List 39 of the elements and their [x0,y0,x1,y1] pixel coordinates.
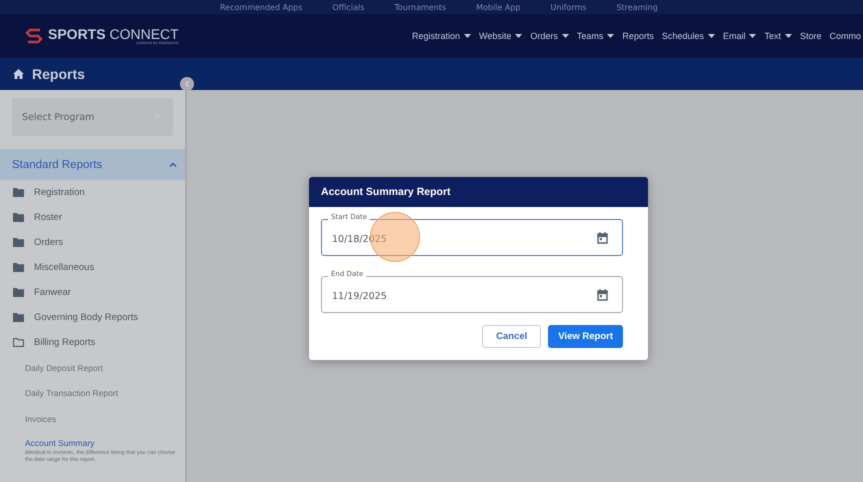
nav-link[interactable]: Website [479,31,522,41]
report-link[interactable]: Invoices [0,406,185,432]
calendar-icon[interactable] [597,288,608,300]
top-link[interactable]: Officials [332,2,364,12]
report-link[interactable]: Daily Transaction Report [0,380,185,406]
nav-link[interactable]: Reports [622,31,654,41]
calendar-icon[interactable] [597,232,608,244]
folder-item[interactable]: Miscellaneous [0,255,185,280]
nav-link[interactable]: Orders [530,31,569,41]
folder-item[interactable]: Billing Reports [0,330,185,355]
nav-link[interactable]: Store [800,31,822,41]
dialog-title: Account Summary Report [309,177,648,207]
report-link[interactable]: Daily Deposit Report [0,355,185,380]
top-link[interactable]: Uniforms [550,2,586,12]
folder-item[interactable]: Orders [0,230,185,255]
logo-icon [24,27,44,45]
top-link[interactable]: Tournaments [394,2,446,12]
folder-item[interactable]: Registration [0,180,185,205]
top-link[interactable]: Streaming [616,2,658,12]
home-icon[interactable] [13,69,24,79]
cancel-button[interactable]: Cancel [482,325,542,348]
date-field[interactable]: 11/19/2025 [321,276,623,313]
nav-link[interactable]: Teams [576,31,614,41]
nav-link[interactable]: Text [764,31,792,41]
page-title: Reports [32,66,85,82]
folder-item[interactable]: Fanwear [0,280,185,305]
nav-link[interactable]: Registration [412,31,471,41]
folder-item[interactable]: Governing Body Reports [0,305,185,330]
nav-link[interactable]: Schedules [662,31,715,41]
program-select[interactable]: Select Program [12,98,173,136]
top-link[interactable]: Recommended Apps [220,2,302,12]
section-header[interactable]: Standard Reports [0,149,185,180]
top-link[interactable]: Mobile App [476,2,520,12]
folder-item[interactable]: Roster [0,205,185,230]
view-report-button[interactable]: View Report [548,325,623,348]
chevron-icon [169,162,177,167]
chevron-left-icon [185,81,189,87]
nav-link[interactable]: Email [722,31,756,41]
nav-link[interactable]: Commo [829,31,861,41]
